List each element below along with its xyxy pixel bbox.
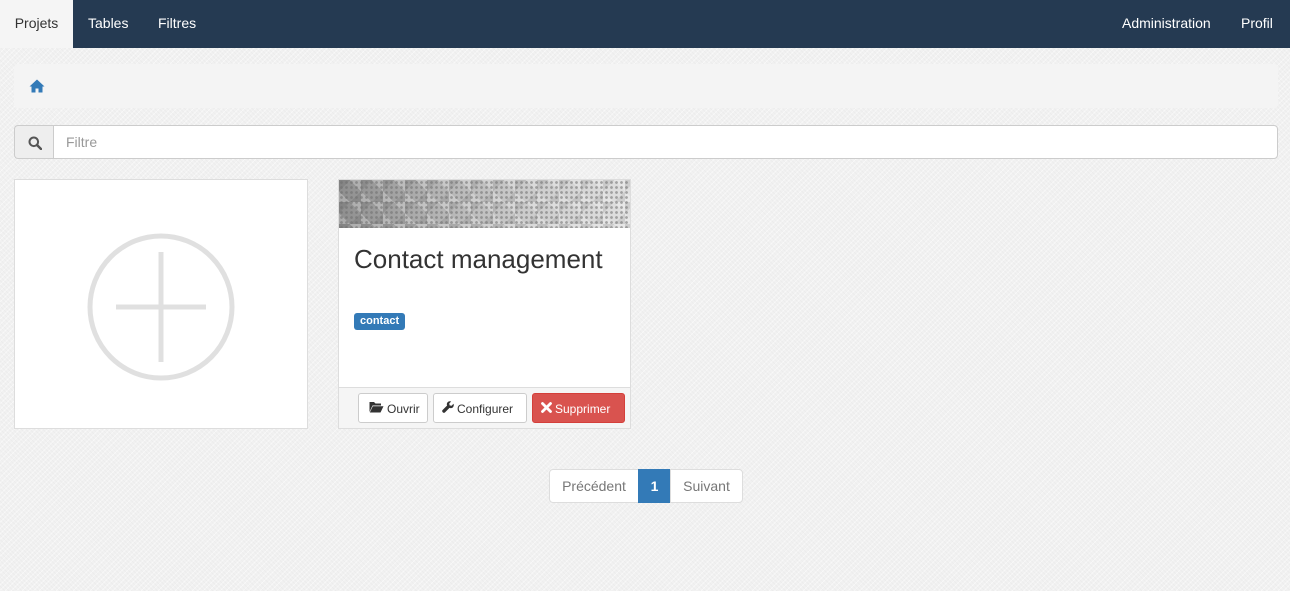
open-button[interactable]: Ouvrir bbox=[358, 393, 428, 423]
nav-item-tables[interactable]: Tables bbox=[88, 0, 128, 48]
project-card: Contact management contact Ouvrir Config… bbox=[338, 179, 631, 429]
nav-item-profil[interactable]: Profil bbox=[1241, 0, 1273, 48]
delete-button-label: Supprimer bbox=[555, 401, 611, 416]
folder-open-icon bbox=[369, 395, 384, 423]
configure-button[interactable]: Configurer bbox=[433, 393, 527, 423]
close-icon bbox=[541, 395, 552, 423]
breadcrumb bbox=[14, 64, 1278, 108]
card-banner-image bbox=[339, 180, 630, 228]
delete-button[interactable]: Supprimer bbox=[532, 393, 625, 423]
wrench-icon bbox=[442, 395, 454, 423]
add-project-card[interactable] bbox=[14, 179, 308, 429]
nav-item-projets[interactable]: Projets bbox=[0, 0, 73, 48]
nav-item-filtres[interactable]: Filtres bbox=[158, 0, 196, 48]
pagination-page-1[interactable]: 1 bbox=[638, 469, 671, 503]
search-group bbox=[14, 125, 1278, 159]
open-button-label: Ouvrir bbox=[387, 401, 420, 416]
search-icon bbox=[28, 136, 42, 150]
pagination-previous[interactable]: Précédent bbox=[549, 469, 639, 503]
search-addon bbox=[14, 125, 54, 159]
search-input[interactable] bbox=[53, 125, 1278, 159]
project-title: Contact management bbox=[354, 244, 603, 274]
configure-button-label: Configurer bbox=[457, 401, 514, 416]
plus-circle-icon bbox=[87, 233, 235, 381]
nav-item-administration[interactable]: Administration bbox=[1122, 0, 1211, 48]
project-tag: contact bbox=[354, 313, 406, 330]
pagination-next[interactable]: Suivant bbox=[670, 469, 743, 503]
card-footer: Ouvrir Configurer Supprimer bbox=[339, 387, 630, 428]
home-icon[interactable] bbox=[29, 79, 45, 93]
top-navbar: Projets Tables Filtres Administration Pr… bbox=[0, 0, 1290, 48]
